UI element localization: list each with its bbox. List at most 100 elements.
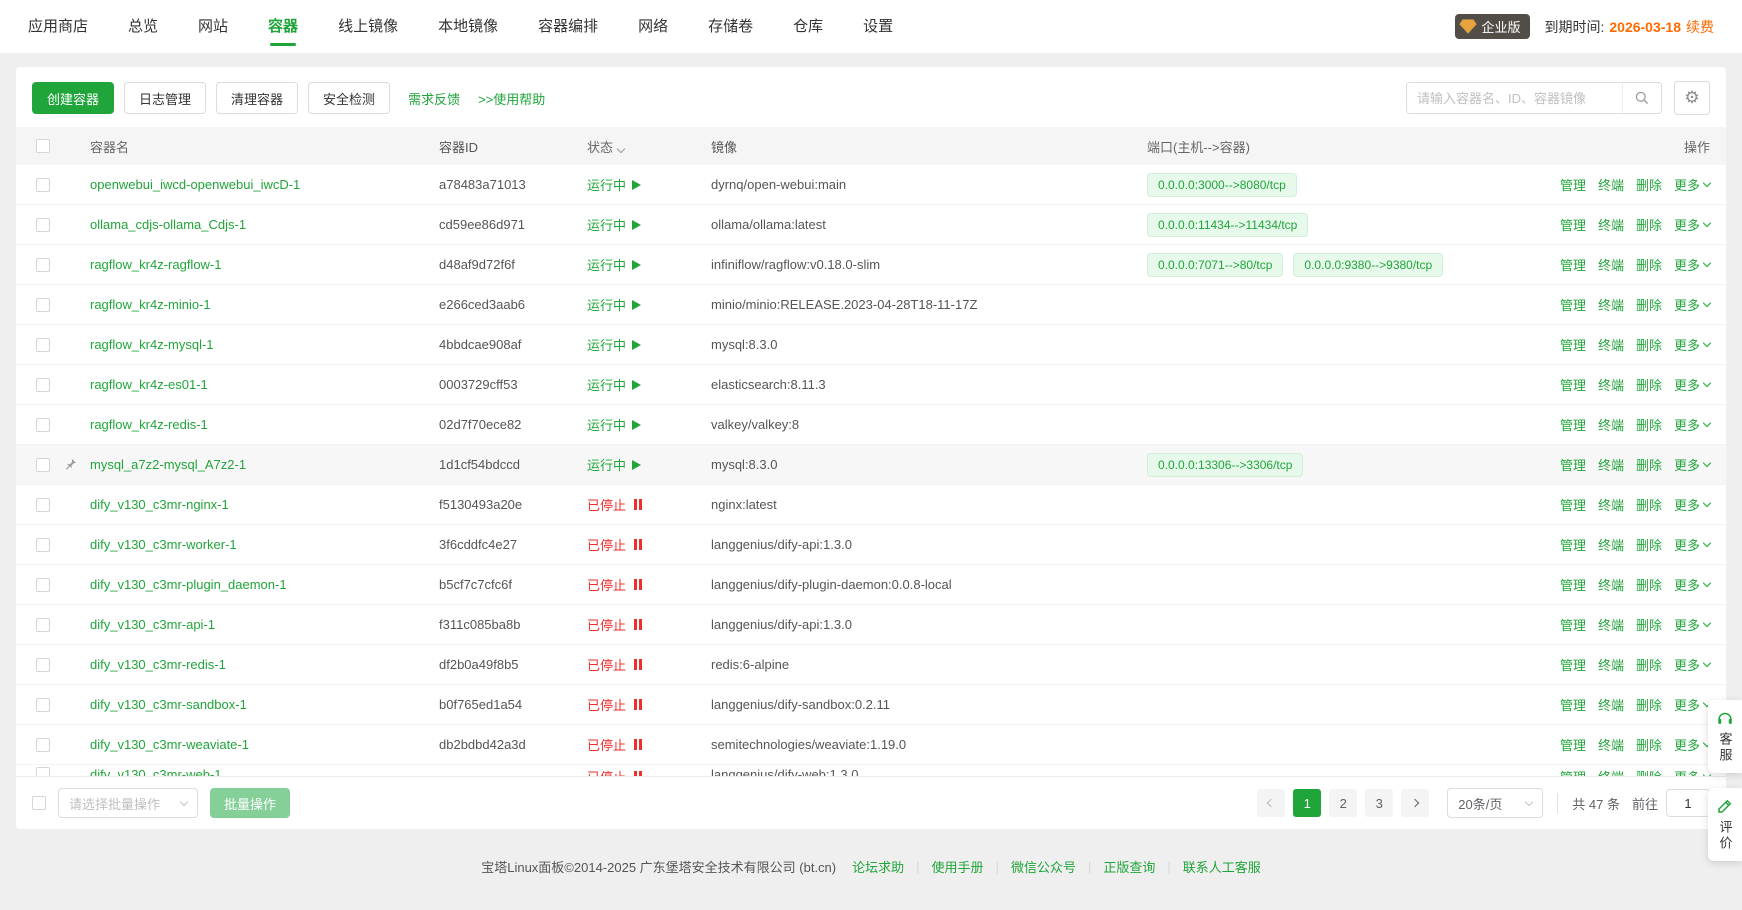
action-more[interactable]: 更多 <box>1674 215 1710 234</box>
action-manage[interactable]: 管理 <box>1560 767 1586 776</box>
row-checkbox[interactable] <box>36 578 50 592</box>
action-terminal[interactable]: 终端 <box>1598 615 1624 634</box>
action-terminal[interactable]: 终端 <box>1598 335 1624 354</box>
row-checkbox[interactable] <box>36 298 50 312</box>
nav-item-3[interactable]: 网站 <box>198 0 228 53</box>
container-name-link[interactable]: ragflow_kr4z-ragflow-1 <box>90 257 222 272</box>
action-manage[interactable]: 管理 <box>1560 455 1586 474</box>
action-terminal[interactable]: 终端 <box>1598 575 1624 594</box>
action-manage[interactable]: 管理 <box>1560 255 1586 274</box>
page-button-1[interactable]: 1 <box>1293 789 1321 817</box>
action-manage[interactable]: 管理 <box>1560 535 1586 554</box>
action-delete[interactable]: 删除 <box>1636 255 1662 274</box>
next-page-button[interactable] <box>1401 789 1429 817</box>
container-name-link[interactable]: ragflow_kr4z-minio-1 <box>90 297 211 312</box>
row-checkbox[interactable] <box>36 458 50 472</box>
search-button[interactable] <box>1622 83 1661 113</box>
jump-page-input[interactable] <box>1666 789 1710 817</box>
action-manage[interactable]: 管理 <box>1560 575 1586 594</box>
action-more[interactable]: 更多 <box>1674 375 1710 394</box>
support-widget[interactable]: 客服 <box>1708 700 1742 773</box>
footer-link-wechat[interactable]: 微信公众号 <box>1011 857 1076 876</box>
action-manage[interactable]: 管理 <box>1560 175 1586 194</box>
batch-action-button[interactable]: 批量操作 <box>210 788 290 818</box>
action-manage[interactable]: 管理 <box>1560 695 1586 714</box>
row-checkbox[interactable] <box>36 338 50 352</box>
container-name-link[interactable]: openwebui_iwcd-openwebui_iwcD-1 <box>90 177 300 192</box>
action-manage[interactable]: 管理 <box>1560 215 1586 234</box>
action-more[interactable]: 更多 <box>1674 535 1710 554</box>
action-terminal[interactable]: 终端 <box>1598 695 1624 714</box>
action-terminal[interactable]: 终端 <box>1598 255 1624 274</box>
action-delete[interactable]: 删除 <box>1636 175 1662 194</box>
row-checkbox[interactable] <box>36 378 50 392</box>
action-delete[interactable]: 删除 <box>1636 335 1662 354</box>
action-terminal[interactable]: 终端 <box>1598 375 1624 394</box>
nav-item-10[interactable]: 仓库 <box>793 0 823 53</box>
row-checkbox[interactable] <box>36 218 50 232</box>
action-more[interactable]: 更多 <box>1674 255 1710 274</box>
action-manage[interactable]: 管理 <box>1560 615 1586 634</box>
action-terminal[interactable]: 终端 <box>1598 655 1624 674</box>
action-terminal[interactable]: 终端 <box>1598 535 1624 554</box>
nav-item-1[interactable]: 应用商店 <box>28 0 88 53</box>
batch-select-all-checkbox[interactable] <box>32 796 46 810</box>
action-delete[interactable]: 删除 <box>1636 695 1662 714</box>
row-checkbox[interactable] <box>36 698 50 712</box>
action-manage[interactable]: 管理 <box>1560 335 1586 354</box>
help-link[interactable]: >>使用帮助 <box>478 89 545 108</box>
action-manage[interactable]: 管理 <box>1560 415 1586 434</box>
row-checkbox[interactable] <box>36 738 50 752</box>
container-name-link[interactable]: dify_v130_c3mr-sandbox-1 <box>90 697 247 712</box>
action-more[interactable]: 更多 <box>1674 615 1710 634</box>
select-all-checkbox[interactable] <box>36 139 50 153</box>
prev-page-button[interactable] <box>1257 789 1285 817</box>
action-terminal[interactable]: 终端 <box>1598 175 1624 194</box>
container-name-link[interactable]: dify_v130_c3mr-weaviate-1 <box>90 737 249 752</box>
nav-item-5[interactable]: 线上镜像 <box>338 0 398 53</box>
action-manage[interactable]: 管理 <box>1560 295 1586 314</box>
nav-item-11[interactable]: 设置 <box>863 0 893 53</box>
batch-action-select[interactable]: 请选择批量操作 <box>58 788 198 818</box>
license-badge[interactable]: 企业版 <box>1455 14 1530 39</box>
log-manage-button[interactable]: 日志管理 <box>124 82 206 114</box>
action-more[interactable]: 更多 <box>1674 767 1710 776</box>
container-name-link[interactable]: dify_v130_c3mr-redis-1 <box>90 657 226 672</box>
create-container-button[interactable]: 创建容器 <box>32 82 114 114</box>
container-name-link[interactable]: dify_v130_c3mr-plugin_daemon-1 <box>90 577 287 592</box>
action-more[interactable]: 更多 <box>1674 175 1710 194</box>
footer-link-forum[interactable]: 论坛求助 <box>852 857 904 876</box>
settings-gear-button[interactable]: ⚙ <box>1674 81 1710 115</box>
footer-link-support[interactable]: 联系人工客服 <box>1183 857 1261 876</box>
nav-item-2[interactable]: 总览 <box>128 0 158 53</box>
action-manage[interactable]: 管理 <box>1560 375 1586 394</box>
nav-item-6[interactable]: 本地镜像 <box>438 0 498 53</box>
action-terminal[interactable]: 终端 <box>1598 495 1624 514</box>
action-more[interactable]: 更多 <box>1674 415 1710 434</box>
container-name-link[interactable]: dify_v130_c3mr-nginx-1 <box>90 497 229 512</box>
action-terminal[interactable]: 终端 <box>1598 455 1624 474</box>
action-more[interactable]: 更多 <box>1674 735 1710 754</box>
container-name-link[interactable]: ragflow_kr4z-es01-1 <box>90 377 208 392</box>
action-delete[interactable]: 删除 <box>1636 415 1662 434</box>
action-delete[interactable]: 删除 <box>1636 375 1662 394</box>
action-terminal[interactable]: 终端 <box>1598 215 1624 234</box>
security-check-button[interactable]: 安全检测 <box>308 82 390 114</box>
container-name-link[interactable]: dify_v130_c3mr-api-1 <box>90 617 215 632</box>
row-checkbox[interactable] <box>36 178 50 192</box>
row-checkbox[interactable] <box>36 258 50 272</box>
action-terminal[interactable]: 终端 <box>1598 767 1624 776</box>
action-more[interactable]: 更多 <box>1674 655 1710 674</box>
row-checkbox[interactable] <box>36 538 50 552</box>
container-name-link[interactable]: dify_v130_c3mr-worker-1 <box>90 537 237 552</box>
nav-item-8[interactable]: 网络 <box>638 0 668 53</box>
action-delete[interactable]: 删除 <box>1636 575 1662 594</box>
nav-item-7[interactable]: 容器编排 <box>538 0 598 53</box>
clean-container-button[interactable]: 清理容器 <box>216 82 298 114</box>
status-filter-chevron-icon[interactable] <box>617 144 625 152</box>
action-delete[interactable]: 删除 <box>1636 455 1662 474</box>
action-delete[interactable]: 删除 <box>1636 615 1662 634</box>
footer-link-manual[interactable]: 使用手册 <box>932 857 984 876</box>
container-name-link[interactable]: ragflow_kr4z-mysql-1 <box>90 337 214 352</box>
action-more[interactable]: 更多 <box>1674 295 1710 314</box>
